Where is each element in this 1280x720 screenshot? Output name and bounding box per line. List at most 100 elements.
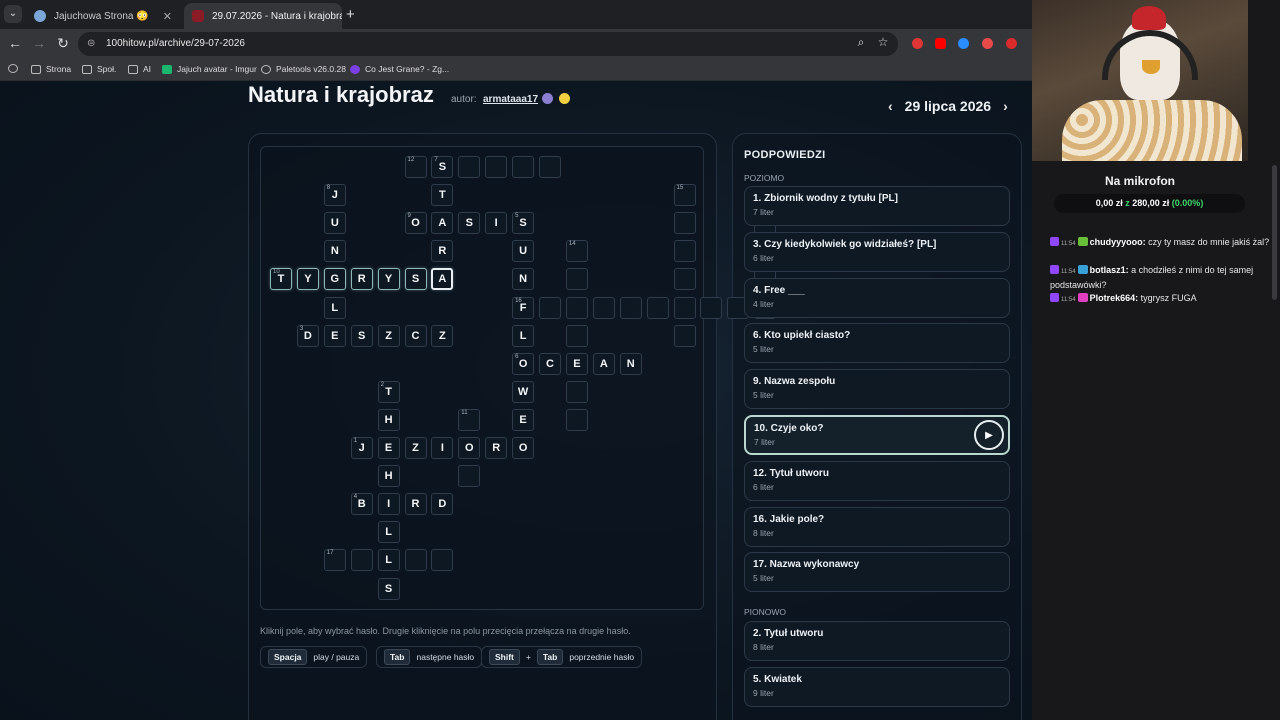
tab-crossword[interactable]: 29.07.2026 - Natura i krajobraz ✕ <box>184 3 342 29</box>
bookmark-cojestgrane[interactable]: Co Jest Grane? - Zg... <box>350 64 449 74</box>
bookmark-spol[interactable]: Społ. <box>82 64 116 74</box>
zoom-icon[interactable]: ⌕ <box>852 35 870 50</box>
grid-cell[interactable]: E <box>512 408 535 431</box>
grid-cell[interactable]: R <box>404 493 427 516</box>
grid-cell[interactable]: S <box>404 268 427 291</box>
grid-cell[interactable]: 1J <box>350 437 373 459</box>
tab-jajuchowa[interactable]: Jajuchowa Strona 😳 ✕ <box>26 3 180 29</box>
clue-card[interactable]: 1. Zbiornik wodny z tytułu [PL] 7 liter <box>744 186 1010 226</box>
grid-cell[interactable]: U <box>512 240 535 263</box>
grid-cell[interactable]: 9O <box>404 212 427 235</box>
grid-cell[interactable] <box>565 408 588 431</box>
clue-card-active[interactable]: 10. Czyje oko? 7 liter ▶ <box>744 415 1010 455</box>
back-icon[interactable]: ← <box>6 35 24 51</box>
clue-card[interactable]: 5. Kwiatek 9 liter <box>744 666 1010 707</box>
grid-cell[interactable]: H <box>377 408 400 431</box>
grid-cell[interactable]: E <box>323 324 346 347</box>
tab-search-button[interactable]: ⌄ <box>4 5 22 23</box>
play-icon[interactable]: ▶ <box>974 420 1004 450</box>
grid-cell[interactable]: C <box>539 352 561 375</box>
grid-cell[interactable]: Z <box>377 324 400 347</box>
reload-icon[interactable]: ↻ <box>54 35 72 52</box>
grid-cell[interactable]: 2T <box>377 380 400 403</box>
grid-cell[interactable] <box>512 156 535 178</box>
grid-cell[interactable]: I <box>377 493 400 516</box>
author-link[interactable]: armataaa17 <box>483 94 538 105</box>
grid-cell[interactable]: 10 T <box>270 268 292 291</box>
grid-cell[interactable]: E <box>565 352 588 375</box>
chat-scrollbar[interactable] <box>1272 165 1277 300</box>
grid-cell[interactable]: I <box>485 212 508 235</box>
bookmark-strona[interactable]: Strona <box>31 64 71 74</box>
extension-icon[interactable] <box>958 38 969 49</box>
grid-cell[interactable] <box>458 465 481 488</box>
grid-cell[interactable] <box>565 380 588 403</box>
grid-cell[interactable]: A <box>592 352 615 375</box>
grid-cell[interactable]: E <box>377 437 400 459</box>
grid-cell[interactable]: N <box>619 352 642 375</box>
clue-card[interactable]: 6. Kto upiekł ciasto? 5 liter <box>744 323 1010 364</box>
clue-card[interactable]: 4. Free ___ 4 liter <box>744 277 1010 318</box>
site-info-icon[interactable]: ⊜ <box>87 32 95 56</box>
grid-cell[interactable]: Z <box>404 437 427 459</box>
grid-cell[interactable] <box>619 296 642 319</box>
grid-cell[interactable]: H <box>377 465 400 488</box>
grid-cell[interactable]: S <box>458 212 481 235</box>
grid-cell[interactable] <box>700 296 723 319</box>
grid-cell[interactable]: R <box>485 437 508 459</box>
forward-icon[interactable]: → <box>30 35 48 51</box>
grid-cell[interactable]: N <box>512 268 535 291</box>
grid-cell[interactable]: I <box>431 437 454 459</box>
grid-cell[interactable]: G <box>323 268 346 291</box>
grid-cell[interactable] <box>565 324 588 347</box>
grid-cell[interactable]: 8J <box>323 184 346 207</box>
clue-card[interactable]: 12. Tytuł utworu 6 liter <box>744 460 1010 501</box>
grid-cell[interactable]: L <box>323 296 346 319</box>
grid-cell[interactable]: 14 <box>565 240 588 263</box>
grid-cell[interactable]: R <box>350 268 373 291</box>
grid-cell[interactable] <box>485 156 508 178</box>
grid-cell[interactable] <box>539 296 561 319</box>
clue-card[interactable]: 16. Jakie pole? 8 liter <box>744 506 1010 547</box>
grid-cell[interactable]: L <box>512 324 535 347</box>
close-icon[interactable]: ✕ <box>163 10 172 23</box>
grid-cell[interactable]: 5S <box>512 212 535 235</box>
grid-cell[interactable]: 6O <box>512 352 535 375</box>
grid-cell[interactable]: 3D <box>296 324 319 347</box>
grid-cell[interactable]: 4B <box>350 493 373 516</box>
grid-cell[interactable]: R <box>431 240 454 263</box>
clue-card[interactable]: 9. Nazwa zespołu 5 liter <box>744 369 1010 410</box>
extension-icon[interactable] <box>912 38 923 49</box>
grid-cell[interactable] <box>646 296 669 319</box>
grid-cell[interactable] <box>539 156 561 178</box>
grid-cell[interactable] <box>592 296 615 319</box>
bookmark-paletools[interactable]: Paletools v26.0.28 <box>261 64 346 74</box>
grid-cell[interactable]: Y <box>377 268 400 291</box>
bookmark-imgur[interactable]: Jajuch avatar - Imgur <box>162 64 257 74</box>
grid-cell[interactable]: A <box>431 212 454 235</box>
grid-cell[interactable] <box>673 268 696 291</box>
bookmark-ai[interactable]: AI <box>128 64 151 74</box>
clue-card[interactable]: 17. Nazwa wykonawcy 5 liter <box>744 552 1010 593</box>
grid-cell[interactable] <box>673 212 696 235</box>
grid-cell[interactable]: 16 F <box>512 296 535 319</box>
bookmark-star-icon[interactable]: ☆ <box>874 35 892 49</box>
new-tab-icon[interactable]: + <box>346 6 355 23</box>
grid-cell[interactable]: T <box>431 184 454 207</box>
grid-cell[interactable]: N <box>323 240 346 263</box>
grid-cell[interactable] <box>350 549 373 572</box>
grid-cell[interactable] <box>458 156 481 178</box>
url-field[interactable]: ⊜ 100hitow.pl/archive/29-07-2026 <box>78 32 898 56</box>
grid-cell[interactable]: U <box>323 212 346 235</box>
bookmark-apps[interactable] <box>8 64 18 73</box>
grid-cell[interactable]: 11 <box>458 408 481 431</box>
grid-cell[interactable]: 7S <box>431 156 454 178</box>
grid-cell[interactable]: D <box>431 493 454 516</box>
grid-cell[interactable]: 17 <box>323 549 346 572</box>
grid-cell[interactable]: S <box>377 577 400 600</box>
grid-cell[interactable] <box>565 268 588 291</box>
grid-cell[interactable] <box>673 296 696 319</box>
grid-cell[interactable]: S <box>350 324 373 347</box>
grid-cell[interactable]: O <box>512 437 535 459</box>
grid-cell[interactable]: 12 <box>404 156 427 178</box>
